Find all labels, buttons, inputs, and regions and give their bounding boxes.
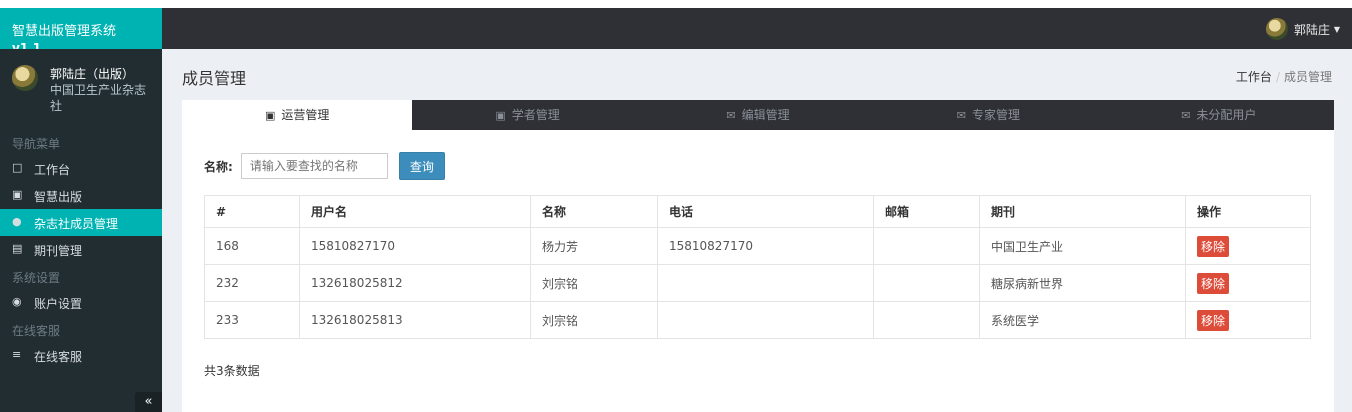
tab-bar: ▣ 运营管理 ▣ 学者管理 ✉ 编辑管理 ✉ 专家管理 ✉ 未分配用户 <box>182 100 1334 130</box>
brand-title: 智慧出版管理系统 <box>12 24 117 39</box>
avatar <box>1265 18 1288 40</box>
column-header: 期刊 <box>979 195 1186 228</box>
table-header-row: # 用户名 名称 电话 邮箱 期刊 操作 <box>204 195 1311 228</box>
tab-label: 运营管理 <box>281 108 330 122</box>
user-name: 郭陆庄（出版） <box>50 67 135 81</box>
user-panel: 郭陆庄（出版） 中国卫生产业杂志社 <box>0 49 162 129</box>
column-header: # <box>204 195 300 228</box>
cell-name: 杨力芳 <box>530 227 658 265</box>
breadcrumb-separator: / <box>1275 70 1280 84</box>
tab-label: 未分配用户 <box>1196 108 1257 122</box>
main-content: 成员管理 工作台 / 成员管理 ▣ 运营管理 ▣ 学者管理 ✉ 编辑管理 ✉ 专家管理 ✉ 未… <box>162 49 1352 412</box>
column-header: 邮箱 <box>873 195 980 228</box>
sidebar-item-smart-publish[interactable]: ▣ 智慧出版 <box>0 182 162 209</box>
sidebar-item-label: 账户设置 <box>34 297 83 311</box>
column-header: 操作 <box>1185 195 1311 228</box>
remove-button[interactable]: 移除 <box>1197 272 1230 294</box>
tab-label: 专家管理 <box>972 108 1021 122</box>
sidebar-item-label: 期刊管理 <box>34 244 83 258</box>
search-input[interactable] <box>240 153 388 179</box>
sidebar-collapse-button[interactable]: « <box>135 392 162 412</box>
nav-header: 导航菜单 <box>12 137 61 151</box>
envelope-icon: ✉ <box>1181 109 1191 122</box>
tab-operations[interactable]: ▣ 运营管理 <box>182 100 413 130</box>
search-button[interactable]: 查询 <box>398 152 445 180</box>
envelope-icon: ✉ <box>956 109 967 122</box>
column-header: 名称 <box>530 195 658 228</box>
sidebar-item-account[interactable]: ◉ 账户设置 <box>0 289 162 316</box>
cell-username: 15810827170 <box>299 227 531 265</box>
cell-journal: 糖尿病新世界 <box>979 264 1186 302</box>
remove-button[interactable]: 移除 <box>1197 235 1230 257</box>
cell-name: 刘宗铭 <box>530 301 658 339</box>
envelope-icon: ✉ <box>726 109 736 122</box>
table-row: 168 15810827170 杨力芳 15810827170 中国卫生产业 移… <box>204 227 1311 265</box>
user-menu-name: 郭陆庄 <box>1293 22 1330 37</box>
breadcrumb-home[interactable]: 工作台 <box>1236 70 1272 84</box>
cell-email <box>873 264 980 302</box>
cell-email <box>873 227 980 265</box>
breadcrumb: 工作台 / 成员管理 <box>1236 68 1332 85</box>
table-row: 233 132618025813 刘宗铭 系统医学 移除 <box>204 301 1311 339</box>
cell-email <box>873 301 980 339</box>
page-title: 成员管理 <box>182 69 247 88</box>
service-header: 在线客服 <box>12 324 61 338</box>
image-icon: ▣ <box>264 109 276 122</box>
cell-action: 移除 <box>1185 264 1311 302</box>
cell-journal: 中国卫生产业 <box>979 227 1186 265</box>
sidebar-item-journals[interactable]: ▤ 期刊管理 <box>0 236 162 263</box>
members-table: # 用户名 名称 电话 邮箱 期刊 操作 168 15810827170 杨力芳… <box>204 195 1311 339</box>
column-header: 用户名 <box>299 195 531 228</box>
newspaper-icon: ▤ <box>12 242 23 255</box>
cell-action: 移除 <box>1185 227 1311 265</box>
cell-id: 168 <box>204 227 300 265</box>
cell-phone <box>657 264 874 302</box>
sidebar-item-workbench[interactable]: □ 工作台 <box>0 155 162 182</box>
total-count: 共3条数据 <box>204 364 260 378</box>
tab-experts[interactable]: ✉ 专家管理 <box>873 100 1103 130</box>
book-icon: ▣ <box>12 188 23 201</box>
cell-id: 232 <box>204 264 300 302</box>
members-box: ▣ 运营管理 ▣ 学者管理 ✉ 编辑管理 ✉ 专家管理 ✉ 未分配用户 名称: 查询 <box>182 100 1334 412</box>
table-row: 232 132618025812 刘宗铭 糖尿病新世界 移除 <box>204 264 1311 302</box>
user-icon: ● <box>12 215 22 228</box>
sidebar-item-members[interactable]: ● 杂志社成员管理 <box>0 209 162 236</box>
user-org: 中国卫生产业杂志社 <box>50 83 147 113</box>
laptop-icon: □ <box>12 161 23 174</box>
cell-id: 233 <box>204 301 300 339</box>
cell-phone: 15810827170 <box>657 227 874 265</box>
tab-label: 编辑管理 <box>741 108 790 122</box>
search-label: 名称: <box>204 159 233 174</box>
avatar <box>12 65 38 91</box>
cell-action: 移除 <box>1185 301 1311 339</box>
breadcrumb-current: 成员管理 <box>1283 70 1332 84</box>
top-bar: 郭陆庄 ▼ <box>162 8 1352 49</box>
sidebar-item-label: 智慧出版 <box>34 190 83 204</box>
user-menu[interactable]: 郭陆庄 ▼ <box>1265 18 1340 40</box>
cell-phone <box>657 301 874 339</box>
sidebar: 智慧出版管理系统 v1.1 郭陆庄（出版） 中国卫生产业杂志社 导航菜单 □ 工… <box>0 8 162 412</box>
sidebar-item-service[interactable]: ≡ 在线客服 <box>0 342 162 369</box>
cell-username: 132618025812 <box>299 264 531 302</box>
cell-username: 132618025813 <box>299 301 531 339</box>
bars-icon: ≡ <box>12 348 22 361</box>
tab-label: 学者管理 <box>511 108 560 122</box>
search-form: 名称: 查询 <box>204 152 445 180</box>
sidebar-item-label: 杂志社成员管理 <box>34 217 119 231</box>
system-header: 系统设置 <box>12 271 61 285</box>
cart-icon: ▣ <box>495 109 506 122</box>
tab-editors[interactable]: ✉ 编辑管理 <box>643 100 873 130</box>
tab-scholars[interactable]: ▣ 学者管理 <box>412 100 642 130</box>
sidebar-item-label: 在线客服 <box>34 350 83 364</box>
cell-journal: 系统医学 <box>979 301 1186 339</box>
tab-unassigned[interactable]: ✉ 未分配用户 <box>1104 100 1334 130</box>
column-header: 电话 <box>657 195 874 228</box>
brand-bar[interactable]: 智慧出版管理系统 v1.1 <box>0 8 162 55</box>
sidebar-item-label: 工作台 <box>34 163 71 177</box>
cell-name: 刘宗铭 <box>530 264 658 302</box>
remove-button[interactable]: 移除 <box>1197 309 1230 331</box>
user-circle-icon: ◉ <box>12 295 22 308</box>
caret-down-icon: ▼ <box>1333 24 1340 34</box>
